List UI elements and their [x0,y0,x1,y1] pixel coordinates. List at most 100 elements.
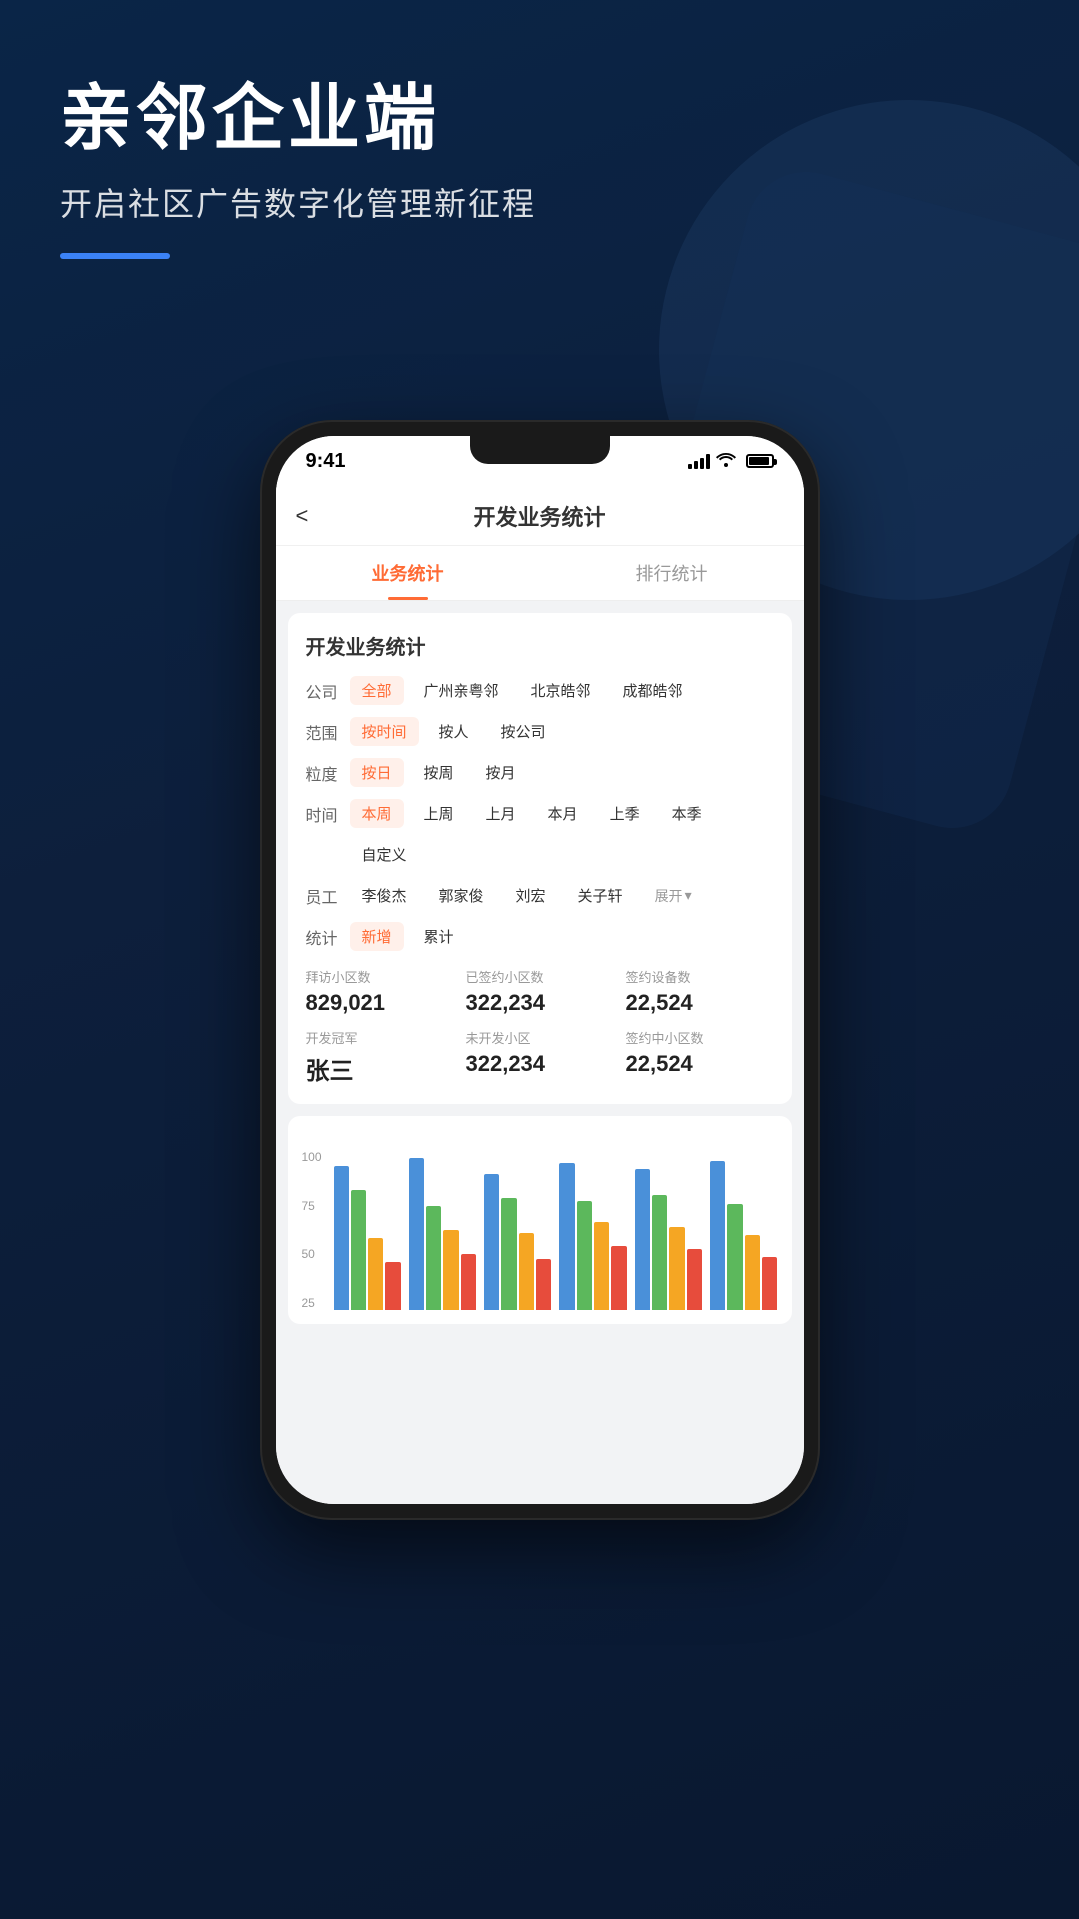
status-time: 9:41 [306,450,346,473]
filter-tag-last-quarter[interactable]: 上季 [598,799,652,828]
hero-title: 亲邻企业端 [60,80,536,159]
chart-group-1 [334,1166,401,1310]
app-content: < 开发业务统计 业务统计 排行统计 开发业务统计 [276,486,804,1504]
tabs-bar: 业务统计 排行统计 [276,546,804,601]
bar-orange-4 [594,1222,609,1310]
bar-red-6 [762,1257,777,1310]
filter-tag-by-day[interactable]: 按日 [350,758,404,787]
filter-tag-by-time[interactable]: 按时间 [350,717,419,746]
stat-label-visit: 拜访小区数 [306,967,454,986]
stat-signed-count: 已签约小区数 322,234 [466,967,614,1016]
card-title: 开发业务统计 [306,631,774,660]
filter-label-range: 范围 [306,720,342,744]
filter-tag-guangzhou[interactable]: 广州亲粤邻 [412,676,511,705]
filter-tag-expand[interactable]: 展开 [643,882,704,910]
filter-row-stats-type: 统计 新增 累计 [306,922,774,951]
stat-label-signed: 已签约小区数 [466,967,614,986]
stat-visit-count: 拜访小区数 829,021 [306,967,454,1016]
stat-label-champion: 开发冠军 [306,1028,454,1047]
stat-undeveloped: 未开发小区 322,234 [466,1028,614,1086]
stat-signing: 签约中小区数 22,524 [626,1028,774,1086]
filter-row-time: 时间 本周 上周 上月 本月 上季 本季 [306,799,774,828]
bar-green-3 [501,1198,516,1310]
bar-red-2 [461,1254,476,1310]
filter-tag-guojiajun[interactable]: 郭家俊 [427,881,496,910]
bar-orange-6 [745,1235,760,1310]
hero-section: 亲邻企业端 开启社区广告数字化管理新征程 [60,80,536,259]
filter-label-company: 公司 [306,679,342,703]
bar-blue-4 [559,1163,574,1310]
filter-tag-by-month[interactable]: 按月 [474,758,528,787]
bar-blue-1 [334,1166,349,1310]
bar-red-1 [385,1262,400,1310]
tab-business-stats[interactable]: 业务统计 [276,546,540,600]
stat-label-signing: 签约中小区数 [626,1028,774,1047]
hero-underline [60,253,170,259]
stats-card: 开发业务统计 公司 全部 广州亲粤邻 北京皓邻 成都皓邻 范围 按时间 按人 [288,613,792,1104]
phone-outer-shell: 9:41 [260,420,820,1520]
tab-rank-stats[interactable]: 排行统计 [540,546,804,600]
y-label-75: 75 [302,1199,334,1213]
stat-value-visit: 829,021 [306,990,454,1016]
y-label-100: 100 [302,1150,334,1164]
filter-tag-by-company[interactable]: 按公司 [489,717,558,746]
bar-blue-5 [635,1169,650,1310]
filter-tag-lijunjie[interactable]: 李俊杰 [350,881,419,910]
chart-group-4 [559,1163,626,1310]
filter-row-company: 公司 全部 广州亲粤邻 北京皓邻 成都皓邻 [306,676,774,705]
filter-tag-this-quarter[interactable]: 本季 [660,799,714,828]
hero-subtitle: 开启社区广告数字化管理新征程 [60,179,536,225]
signal-icon [688,453,710,469]
bar-green-4 [577,1201,592,1310]
bar-blue-2 [409,1158,424,1310]
filter-tag-all[interactable]: 全部 [350,676,404,705]
bar-red-5 [687,1249,702,1310]
bar-green-2 [426,1206,441,1310]
stat-value-champion: 张三 [306,1051,454,1086]
stat-label-undeveloped: 未开发小区 [466,1028,614,1047]
bar-red-4 [611,1246,626,1310]
y-label-50: 50 [302,1247,334,1261]
stat-champion: 开发冠军 张三 [306,1028,454,1086]
bar-chart: 100 75 50 25 [288,1116,792,1324]
status-icons [688,451,774,472]
filter-tag-this-week[interactable]: 本周 [350,799,404,828]
bar-blue-6 [710,1161,725,1310]
back-button[interactable]: < [296,503,309,529]
battery-icon [746,454,774,468]
filter-tag-last-month[interactable]: 上月 [474,799,528,828]
nav-bar: < 开发业务统计 [276,486,804,546]
filter-row-custom: 自定义 [306,840,774,869]
filter-tag-chengdu[interactable]: 成都皓邻 [611,676,695,705]
filter-tag-this-month[interactable]: 本月 [536,799,590,828]
filter-label-time: 时间 [306,802,342,826]
filter-tag-by-person[interactable]: 按人 [427,717,481,746]
bar-red-3 [536,1259,551,1310]
bar-green-6 [727,1204,742,1310]
chart-group-6 [710,1161,777,1310]
bar-orange-2 [443,1230,458,1310]
bar-blue-3 [484,1174,499,1310]
chart-group-3 [484,1174,551,1310]
stat-device-count: 签约设备数 22,524 [626,967,774,1016]
filter-tag-new[interactable]: 新增 [350,922,404,951]
filter-row-granularity: 粒度 按日 按周 按月 [306,758,774,787]
y-label-25: 25 [302,1296,334,1310]
filter-tag-by-week[interactable]: 按周 [412,758,466,787]
filter-tag-last-week[interactable]: 上周 [412,799,466,828]
stat-value-device: 22,524 [626,990,774,1016]
filter-tag-liuhong[interactable]: 刘宏 [504,881,558,910]
phone-screen: 9:41 [276,436,804,1504]
filter-label-stats: 统计 [306,925,342,949]
chart-group-5 [635,1169,702,1310]
filter-tag-beijing[interactable]: 北京皓邻 [519,676,603,705]
stat-value-signing: 22,524 [626,1051,774,1077]
filter-label-granularity: 粒度 [306,761,342,785]
filter-tag-cumulative[interactable]: 累计 [412,922,466,951]
filter-row-employee: 员工 李俊杰 郭家俊 刘宏 关子轩 展开 [306,881,774,910]
page-title: 开发业务统计 [473,500,605,532]
bar-orange-3 [519,1233,534,1310]
wifi-icon [716,451,736,472]
filter-tag-guanzixuan[interactable]: 关子轩 [566,881,635,910]
filter-tag-custom[interactable]: 自定义 [350,840,419,869]
